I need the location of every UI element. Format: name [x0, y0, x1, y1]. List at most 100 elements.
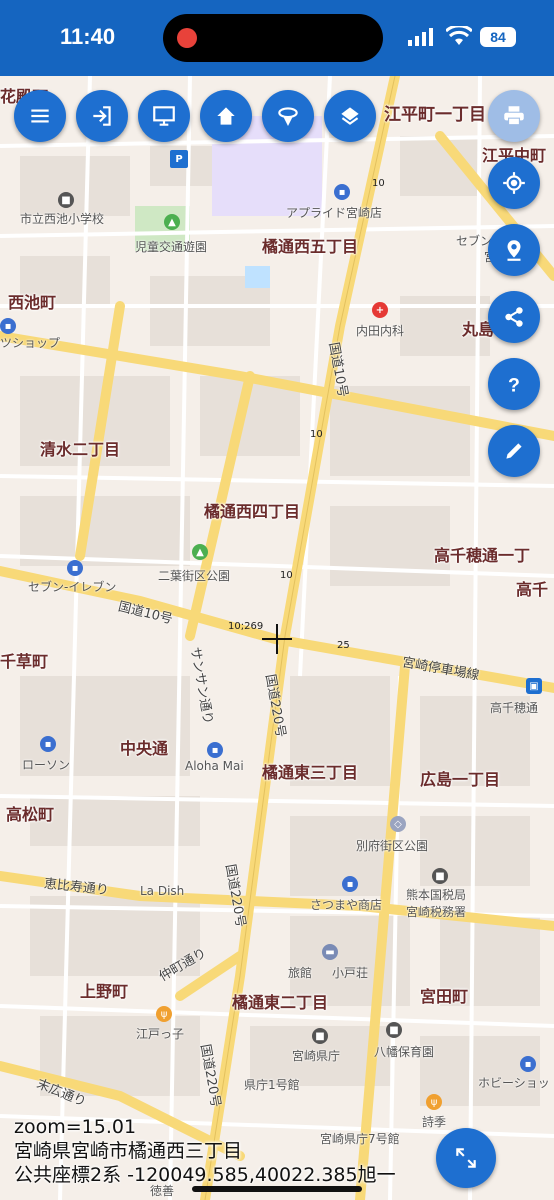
school-icon[interactable]: ■	[58, 192, 74, 208]
area-label: 橘通東三丁目	[262, 763, 359, 782]
shop-bag-icon[interactable]: ▪	[342, 876, 358, 892]
display-button[interactable]	[138, 90, 190, 142]
place-label: 高千穂通	[490, 701, 539, 715]
share-button[interactable]	[488, 291, 540, 343]
place-label: La Dish	[140, 884, 185, 898]
cellular-signal-icon	[408, 28, 433, 46]
park-tree-icon[interactable]: ▲	[164, 214, 180, 230]
shop-bag-icon[interactable]: ▪	[520, 1056, 536, 1072]
place-label: 市立西池小学校	[20, 212, 105, 226]
home-button[interactable]	[200, 90, 252, 142]
coordinate-trailing-label: 旭一	[357, 1164, 396, 1186]
print-icon	[504, 106, 524, 126]
area-label: 広島一丁目	[420, 770, 501, 789]
area-label: 中央通	[120, 739, 169, 758]
hospital-icon[interactable]: +	[372, 302, 388, 318]
menu-icon	[31, 109, 49, 123]
menu-button[interactable]	[14, 90, 66, 142]
shop-bag-icon[interactable]: ▪	[0, 318, 16, 334]
help-button[interactable]: ?	[488, 358, 540, 410]
place-label: アプライド宮崎店	[286, 206, 383, 220]
place-label: 詩季	[422, 1115, 447, 1129]
place-label: セブン	[456, 234, 493, 248]
place-label: 児童交通遊園	[135, 240, 208, 254]
print-button[interactable]	[488, 90, 540, 142]
bus-stop-icon[interactable]: ▣	[526, 678, 542, 694]
place-label: 二葉街区公園	[158, 569, 231, 583]
dynamic-island	[163, 14, 383, 62]
place-label: 江戸っ子	[136, 1027, 185, 1041]
area-label: 江平町一丁目	[384, 105, 486, 125]
fullscreen-button[interactable]	[436, 1128, 496, 1188]
coordinate-readout: 公共座標2系 -120049.585,40022.385旭一	[14, 1163, 396, 1187]
layers-button[interactable]	[324, 90, 376, 142]
status-time: 11:40	[60, 24, 116, 49]
area-label: 上野町	[80, 982, 129, 1001]
place-label: 宮崎県庁	[292, 1049, 341, 1063]
place-label: 県庁1号館	[244, 1078, 300, 1092]
zoom-level: zoom=15.01	[14, 1116, 137, 1138]
area-label: 橘通東二丁目	[232, 993, 329, 1012]
government-building-icon[interactable]: ■	[432, 868, 448, 884]
area-label: 西池町	[8, 293, 57, 312]
help-icon: ?	[508, 375, 520, 397]
park-tree-icon[interactable]: ▲	[192, 544, 208, 560]
place-label: セブン-イレブン	[28, 580, 117, 594]
my-location-icon	[503, 172, 525, 194]
share-icon	[505, 307, 523, 327]
restaurant-icon[interactable]: ψ	[156, 1006, 172, 1022]
shop-bag-icon[interactable]: ▪	[207, 742, 223, 758]
map-view[interactable]: 花殿町 江平町一丁目 江平中町 橘通西五丁目 西池町 丸島 清水二丁目 橘通西四…	[0, 76, 554, 1200]
gps-tracking-icon	[278, 107, 298, 127]
shop-bag-icon[interactable]: ▪	[40, 736, 56, 752]
place-pin-icon	[507, 240, 521, 261]
road-number: 10	[280, 570, 293, 581]
current-address: 宮崎県宮崎市橘通西三丁目	[14, 1140, 243, 1162]
parking-icon[interactable]: P	[170, 150, 188, 168]
coordinate-value: 公共座標2系 -120049.585,40022.385	[14, 1164, 358, 1186]
road-number: 10	[310, 429, 323, 440]
fullscreen-expand-icon	[456, 1148, 476, 1168]
login-button[interactable]	[76, 90, 128, 142]
edit-button[interactable]	[488, 425, 540, 477]
road-number: 10;269	[228, 621, 264, 632]
school-icon[interactable]: ■	[386, 1022, 402, 1038]
road-number: 10	[372, 178, 385, 189]
login-icon	[93, 106, 111, 126]
place-label: 八幡保育園	[374, 1045, 435, 1059]
place-label: 宮崎税務署	[406, 905, 467, 919]
road-number: 25	[337, 640, 350, 651]
edit-icon	[506, 443, 522, 459]
layers-icon	[341, 107, 359, 125]
area-label: 清水二丁目	[40, 440, 121, 459]
park-swing-icon[interactable]: ◇	[390, 816, 406, 832]
area-label: 橘通西四丁目	[204, 502, 301, 521]
restaurant-icon[interactable]: ψ	[426, 1094, 442, 1110]
svg-text:?: ?	[508, 375, 520, 397]
place-label: ローソン	[22, 758, 71, 772]
shop-bag-icon[interactable]: ▪	[334, 184, 350, 200]
wifi-icon	[446, 26, 472, 45]
home-icon	[217, 107, 235, 125]
place-label: さつまや商店	[310, 898, 383, 912]
home-indicator	[192, 1186, 362, 1192]
government-building-icon[interactable]: ■	[312, 1028, 328, 1044]
gps-tracking-button[interactable]	[262, 90, 314, 142]
lodging-icon[interactable]: ▬	[322, 944, 338, 960]
area-label: 高千穂通一丁	[434, 546, 531, 565]
place-label: 内田内科	[356, 324, 405, 338]
place-label: 小戸荘	[332, 966, 369, 980]
place-label: 熊本国税局	[406, 888, 467, 902]
map-info-panel: zoom=15.01 宮崎県宮崎市橘通西三丁目 公共座標2系 -120049.5…	[14, 1115, 396, 1187]
shop-bag-icon[interactable]: ▪	[67, 560, 83, 576]
battery-indicator: 84	[480, 27, 516, 47]
area-label: 宮田町	[420, 987, 469, 1006]
area-label: 橘通西五丁目	[262, 237, 359, 256]
place-label: Aloha Mai	[185, 759, 244, 773]
place-pin-button[interactable]	[488, 224, 540, 276]
area-label: 高松町	[6, 805, 55, 824]
my-location-button[interactable]	[488, 157, 540, 209]
place-label: 別府街区公園	[356, 839, 429, 853]
recording-indicator-icon	[177, 28, 197, 48]
place-label: ホビーショッ	[478, 1076, 550, 1090]
